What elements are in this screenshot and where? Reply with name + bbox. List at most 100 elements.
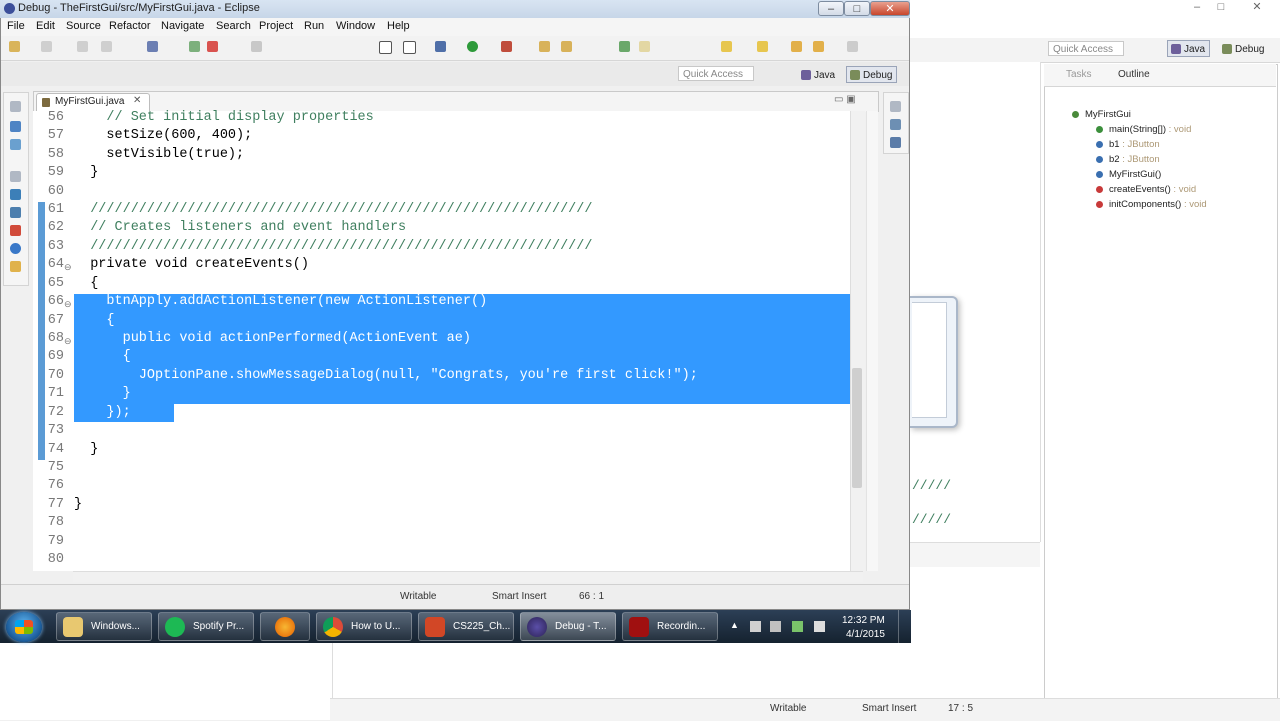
close-button[interactable]: ✕ — [870, 1, 910, 16]
outline-view — [1044, 64, 1278, 702]
console-icon[interactable] — [10, 189, 21, 200]
close-tab-icon[interactable]: ✕ — [133, 95, 141, 106]
show-desktop-button[interactable] — [898, 610, 911, 643]
problems-icon[interactable] — [10, 207, 21, 218]
dropbox-icon[interactable] — [792, 621, 803, 632]
perspective-java-button[interactable]: Java — [1167, 40, 1211, 57]
window-titlebar[interactable]: Debug - TheFirstGui/src/MyFirstGui.java … — [0, 0, 910, 18]
quick-access-input[interactable]: Quick Access — [678, 66, 754, 81]
error-log-icon[interactable] — [10, 225, 21, 236]
package-explorer-icon[interactable] — [10, 121, 21, 132]
outline-field-item[interactable]: b2 : JButton — [1096, 154, 1160, 165]
search-icon[interactable] — [619, 41, 630, 52]
restore-icon[interactable] — [10, 171, 21, 182]
outline-constructor-item[interactable]: MyFirstGui() — [1096, 169, 1161, 180]
back-icon[interactable] — [791, 41, 802, 52]
save-all-icon[interactable] — [77, 41, 88, 52]
menu-navigate[interactable]: Navigate — [161, 20, 204, 32]
open-type-icon[interactable] — [561, 41, 572, 52]
minimize-button[interactable]: – — [818, 1, 844, 16]
minimize-icon[interactable]: – — [1186, 0, 1208, 16]
line-number: 57 — [47, 128, 64, 143]
debug-icon[interactable] — [435, 41, 446, 52]
variables-icon[interactable] — [890, 119, 901, 130]
taskbar-button-powerpoint[interactable]: CS225_Ch... — [418, 612, 514, 641]
step-into-icon[interactable] — [251, 41, 262, 52]
editor-minimize-maximize-icon[interactable]: ▭ ▣ — [834, 94, 856, 105]
terminate-icon[interactable] — [207, 41, 218, 52]
menu-file[interactable]: File — [7, 20, 25, 32]
tasks-icon[interactable] — [10, 261, 21, 272]
vertical-scrollbar-thumb[interactable] — [852, 368, 862, 488]
taskbar-button-eclipse[interactable]: Debug - T... — [520, 612, 616, 641]
menu-project[interactable]: Project — [259, 20, 293, 32]
code-line: } — [74, 386, 131, 401]
menu-help[interactable]: Help — [387, 20, 410, 32]
restore-icon[interactable] — [10, 101, 21, 112]
line-number: 68 — [47, 331, 64, 346]
forward-icon[interactable] — [813, 41, 824, 52]
show-hidden-icons-icon[interactable]: ▲ — [730, 620, 739, 630]
previous-annotation-icon[interactable] — [757, 41, 768, 52]
toggle-block-icon[interactable] — [403, 41, 416, 54]
menu-search[interactable]: Search — [216, 20, 251, 32]
horizontal-scrollbar[interactable] — [73, 571, 863, 582]
annotation-icon[interactable] — [639, 41, 650, 52]
vertical-scrollbar[interactable] — [850, 111, 865, 571]
clock-time[interactable]: 12:32 PM — [842, 615, 885, 626]
tab-tasks[interactable]: Tasks — [1066, 69, 1092, 80]
taskbar-button-explorer[interactable]: Windows... — [56, 612, 152, 641]
network-icon[interactable] — [750, 621, 761, 632]
menu-run[interactable]: Run — [304, 20, 324, 32]
volume-icon[interactable] — [814, 621, 825, 632]
breakpoints-icon[interactable] — [890, 137, 901, 148]
info-icon[interactable] — [10, 243, 21, 254]
signal-icon[interactable] — [770, 621, 781, 632]
new-icon[interactable] — [9, 41, 20, 52]
menu-edit[interactable]: Edit — [36, 20, 55, 32]
perspective-debug-button[interactable]: Debug — [1218, 40, 1269, 57]
taskbar-button-chrome[interactable]: How to U... — [316, 612, 412, 641]
perspective-java-button[interactable]: Java — [797, 66, 840, 83]
new-package-icon[interactable] — [539, 41, 550, 52]
fold-collapse-icon[interactable]: ⊖ — [64, 299, 72, 310]
menu-window[interactable]: Window — [336, 20, 375, 32]
tab-outline[interactable]: Outline — [1118, 69, 1150, 80]
taskbar-button-spotify[interactable]: Spotify Pr... — [158, 612, 254, 641]
line-number: 72 — [47, 405, 64, 420]
menu-refactor[interactable]: Refactor — [109, 20, 151, 32]
menu-source[interactable]: Source — [66, 20, 101, 32]
taskbar-button-recorder[interactable]: Recordin... — [622, 612, 718, 641]
print-icon[interactable] — [101, 41, 112, 52]
close-icon[interactable]: ✕ — [1246, 0, 1268, 16]
restore-icon[interactable] — [890, 101, 901, 112]
clock-date[interactable]: 4/1/2015 — [846, 629, 885, 640]
toggle-mark-icon[interactable] — [379, 41, 392, 54]
quick-access-input[interactable]: Quick Access — [1048, 41, 1124, 56]
outline-class-item[interactable]: MyFirstGui — [1072, 109, 1131, 120]
outline-method-item[interactable]: main(String[]) : void — [1096, 124, 1191, 135]
next-annotation-icon[interactable] — [721, 41, 732, 52]
run-icon[interactable] — [467, 41, 478, 52]
fold-collapse-icon[interactable]: ⊖ — [64, 336, 72, 347]
outline-field-item[interactable]: b1 : JButton — [1096, 139, 1160, 150]
outline-item-label: initComponents() — [1109, 199, 1182, 210]
pin-icon[interactable] — [847, 41, 858, 52]
skip-breakpoints-icon[interactable] — [147, 41, 158, 52]
code-line: ////////////////////////////////////////… — [74, 239, 593, 254]
line-number: 58 — [47, 147, 64, 162]
maximize-button[interactable]: □ — [844, 1, 870, 16]
taskbar-button-firefox[interactable] — [260, 612, 310, 641]
resume-icon[interactable] — [189, 41, 200, 52]
outline-method-item[interactable]: createEvents() : void — [1096, 184, 1196, 195]
line-number: 80 — [47, 552, 64, 567]
maximize-icon[interactable]: □ — [1210, 0, 1232, 16]
perspective-debug-button[interactable]: Debug — [846, 66, 898, 83]
outline-method-item[interactable]: initComponents() : void — [1096, 199, 1207, 210]
hierarchy-icon[interactable] — [10, 139, 21, 150]
outline-item-label: main(String[]) — [1109, 124, 1167, 135]
outline-item-type: : void — [1170, 184, 1197, 195]
save-icon[interactable] — [41, 41, 52, 52]
external-tools-icon[interactable] — [501, 41, 512, 52]
fold-collapse-icon[interactable]: ⊖ — [64, 262, 72, 273]
